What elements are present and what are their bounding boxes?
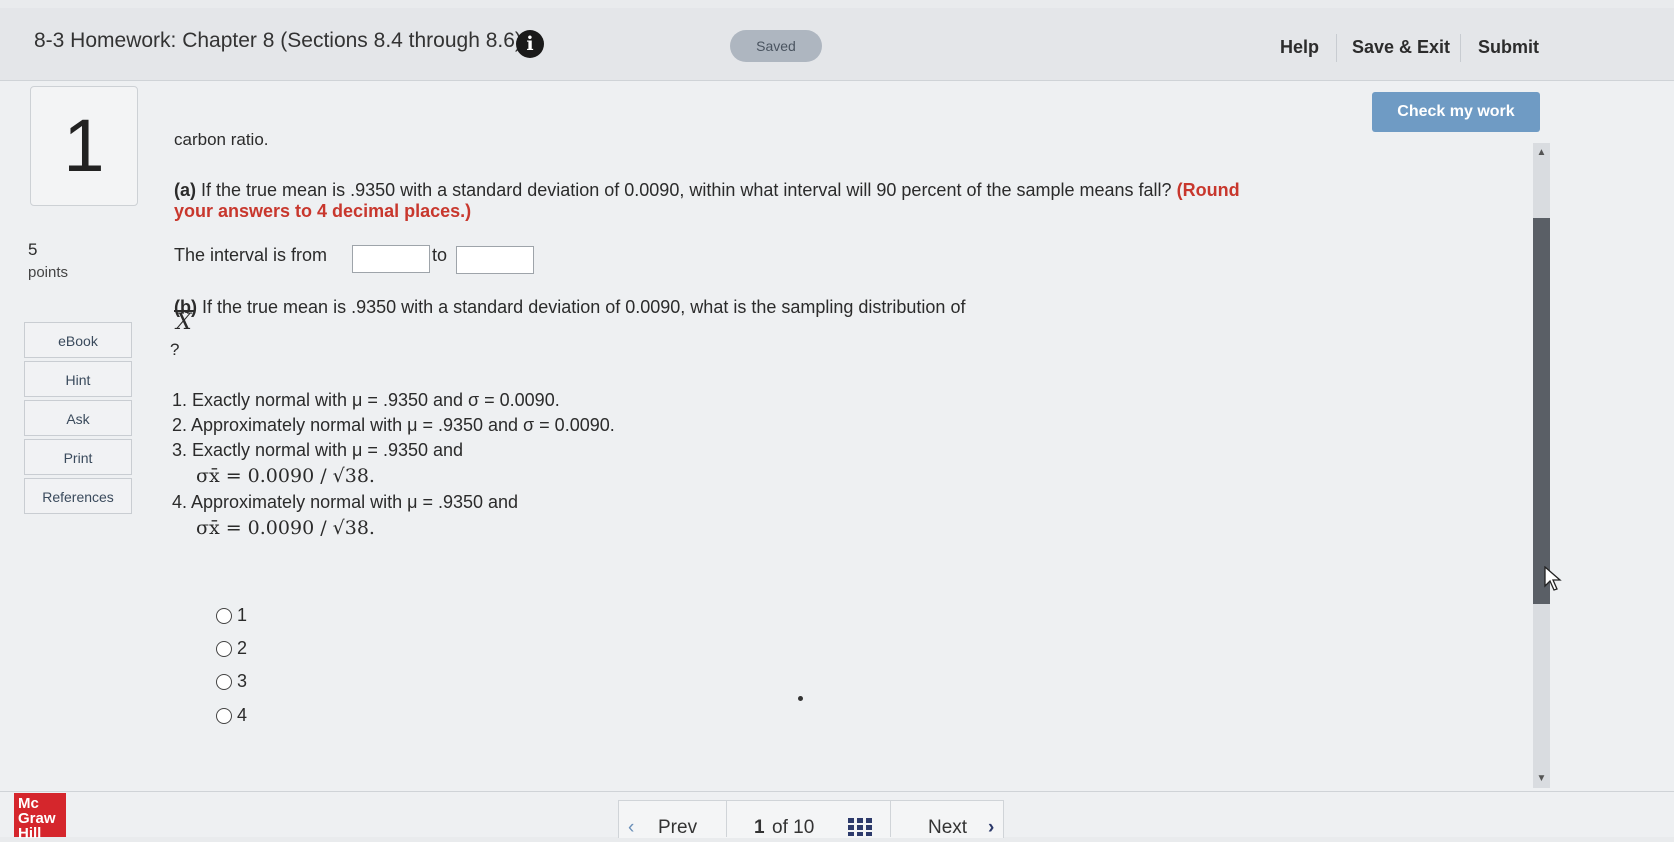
footer-divider [0,791,1674,792]
interval-from-input[interactable] [352,245,430,273]
radio-button[interactable] [216,708,232,725]
round-note: (Round [1176,180,1240,200]
ask-button[interactable]: Ask [24,400,132,436]
divider [890,800,891,837]
option-3-formula: σx̄ = 0.0090 / √38. [196,465,375,487]
part-b-text: (b) If the true mean is .9350 with a sta… [174,297,965,318]
option-4-formula: σx̄ = 0.0090 / √38. [196,517,375,539]
option-3-text: 3. Exactly normal with μ = .9350 and [172,440,464,460]
question-intro: carbon ratio. [174,130,269,149]
saved-status-badge: Saved [730,30,822,62]
assignment-title: 8-3 Homework: Chapter 8 (Sections 8.4 th… [34,29,522,52]
question-mark: ? [170,340,180,359]
radio-label: 1 [237,605,248,625]
part-a-text: (a) If the true mean is .9350 with a sta… [174,180,1240,201]
hint-button[interactable]: Hint [24,361,132,397]
part-a-question: If the true mean is .9350 with a standar… [201,180,1172,200]
prev-button[interactable]: Prev [658,817,697,839]
save-exit-link[interactable]: Save & Exit [1352,37,1450,58]
radio-option-3[interactable]: 3 [216,671,247,692]
next-button[interactable]: Next [928,817,967,839]
option-4-text: 4. Approximately normal with μ = .9350 a… [172,492,519,512]
radio-button[interactable] [216,608,232,625]
divider [1460,34,1461,62]
part-b-question: If the true mean is .9350 with a standar… [202,297,966,317]
info-icon[interactable]: i [516,30,544,58]
radio-option-4[interactable]: 4 [216,705,247,726]
stray-dot [798,696,803,701]
option-1-text: 1. Exactly normal with μ = .9350 and σ =… [172,390,560,410]
interval-to-label: to [432,245,448,265]
submit-link[interactable]: Submit [1478,37,1539,58]
help-link[interactable]: Help [1280,37,1319,58]
check-my-work-button[interactable]: Check my work [1372,92,1540,132]
radio-label: 2 [237,638,248,658]
ebook-button[interactable]: eBook [24,322,132,358]
mcgraw-hill-logo: Mc Graw Hill [14,793,66,841]
radio-button[interactable] [216,641,232,658]
radio-label: 3 [237,671,248,691]
page-total: of 10 [772,817,815,838]
mouse-cursor-icon [1544,566,1562,591]
round-note-continued: your answers to 4 decimal places.) [174,201,472,221]
print-button[interactable]: Print [24,439,132,475]
scroll-up-arrow-icon[interactable]: ▲ [1533,144,1550,161]
page-current: 1 [754,817,765,838]
question-number: 1 [30,86,138,206]
radio-button[interactable] [216,674,232,691]
interval-prefix: The interval is from [174,245,328,265]
divider [1336,34,1337,62]
radio-option-2[interactable]: 2 [216,638,247,659]
radio-option-1[interactable]: 1 [216,605,247,626]
scroll-down-arrow-icon[interactable]: ▼ [1533,770,1550,787]
part-a-tag: (a) [174,180,196,200]
points-value: 5 [28,240,38,259]
points-label: points [28,264,69,281]
interval-to-input[interactable] [456,246,534,274]
grid-icon[interactable] [848,818,872,836]
radio-label: 4 [237,705,248,725]
prev-chevron-icon[interactable]: ‹ [628,817,634,839]
next-chevron-icon[interactable]: › [988,817,994,839]
xbar-symbol: X [174,310,194,335]
references-button[interactable]: References [24,478,132,514]
divider [726,800,727,837]
scrollbar-thumb[interactable] [1533,218,1550,604]
option-2-text: 2. Approximately normal with μ = .9350 a… [172,415,615,435]
